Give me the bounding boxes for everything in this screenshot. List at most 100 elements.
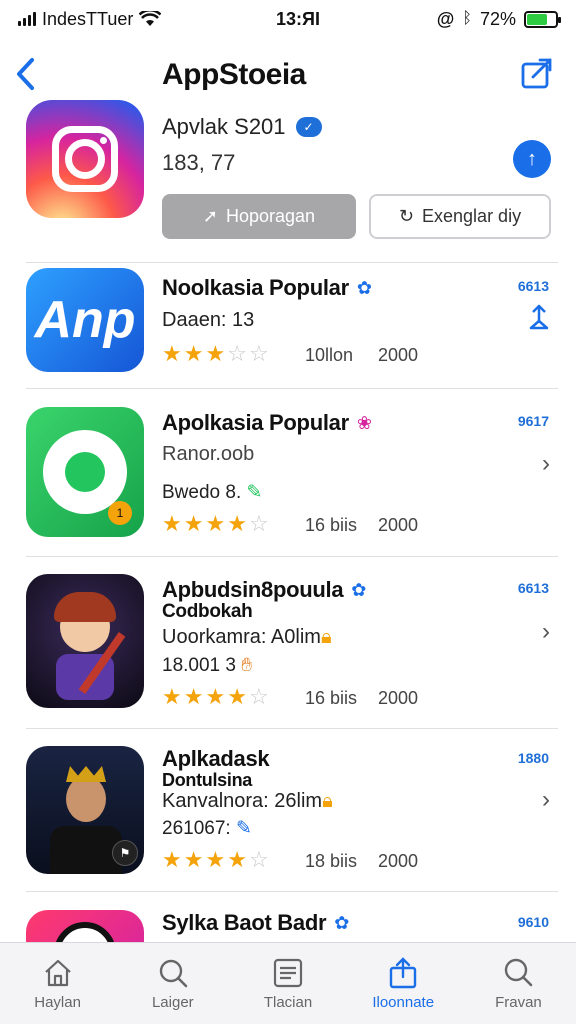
badge-icon: ✿	[356, 277, 372, 298]
app-name-label: Sylka Baot Badr	[162, 910, 327, 935]
app-subtitle-label: Uoorkamra: A0lim	[162, 626, 321, 648]
app-rank: 9610	[517, 914, 549, 930]
app-name[interactable]: Noolkasia Popular ✿	[162, 275, 372, 301]
app-subtitle-2-label: 261067:	[162, 818, 231, 839]
app-year: 2000	[378, 515, 419, 535]
face-shape	[66, 776, 106, 822]
tab-search-chat[interactable]: Laiger	[115, 943, 230, 1024]
lock-icon: 🔒︎	[320, 626, 332, 648]
lock-icon: 🔒︎	[322, 790, 333, 812]
chevron-right-icon[interactable]: ›	[542, 786, 550, 814]
share-icon[interactable]	[528, 304, 550, 330]
divider	[26, 891, 558, 892]
app-name-2: Codbokah	[162, 601, 253, 622]
featured-developer: Apvlak S201 ✓	[162, 114, 322, 140]
list-icon	[273, 958, 303, 988]
at-icon: @	[436, 8, 455, 29]
secondary-button-label: Exenglar diy	[422, 206, 522, 226]
divider	[26, 262, 558, 263]
badge-icon: ❀	[356, 412, 372, 433]
rating-stars: ★ ★ ★ ★ ☆	[162, 684, 269, 709]
tab-list[interactable]: Tlacian	[230, 943, 345, 1024]
chevron-right-icon[interactable]: ›	[542, 618, 550, 646]
tab-label: Fravan	[495, 994, 542, 1011]
app-rank: 1880	[517, 750, 549, 766]
divider	[26, 388, 558, 389]
crown-icon	[66, 766, 106, 782]
tab-bar: Haylan Laiger Tlacian Iloonnate Fravan	[0, 942, 576, 1024]
battery-icon	[524, 10, 561, 28]
app-rank: 6613	[517, 580, 549, 596]
page-title: AppStoeia	[162, 58, 306, 91]
portrait-icon[interactable]: ⚑	[26, 746, 144, 874]
app-rank: 9617	[517, 413, 549, 429]
tab-label: Tlacian	[263, 994, 313, 1011]
app-subtitle: Daaen: 13	[162, 309, 255, 331]
app-subtitle: Kanvalnora: 26lim🔒︎	[162, 790, 333, 813]
rating-stars: ★ ★ ★ ☆ ☆	[162, 341, 269, 366]
chevron-right-icon[interactable]: ›	[542, 450, 550, 478]
tab-search[interactable]: Fravan	[461, 943, 576, 1024]
signal-icon	[18, 12, 36, 26]
badge-icon: ✿	[334, 912, 350, 933]
character-icon[interactable]	[26, 574, 144, 708]
battery-fill	[527, 13, 548, 25]
hand-icon: ✋︎	[241, 655, 253, 676]
tab-home[interactable]: Haylan	[0, 943, 115, 1024]
status-left: IndesTTuer	[18, 9, 218, 30]
wifi-icon	[139, 11, 162, 26]
divider	[26, 728, 558, 729]
camera-icon	[52, 126, 118, 192]
app-subtitle-2: 261067: ✎	[162, 817, 252, 840]
divider	[26, 556, 558, 557]
tab-label: Laiger	[151, 994, 194, 1011]
app-year: 2000	[378, 345, 419, 365]
app-name[interactable]: Aplkadask	[162, 746, 270, 772]
search-chat-icon	[159, 959, 188, 988]
notification-badge: 1	[108, 501, 132, 525]
brush-icon: ✎	[235, 818, 252, 839]
status-bar: IndesTTuer 13:ЯI @ ᛒ 72%	[0, 0, 576, 38]
carrier-label: IndesTTuer	[42, 8, 134, 29]
app-name[interactable]: Apolkasia Popular ❀	[162, 410, 372, 436]
primary-button-label: Hoporagan	[226, 206, 316, 226]
battery-percent: 72%	[479, 8, 516, 29]
app-subtitle-2: Bwedo 8. ✎	[162, 481, 262, 504]
app-name[interactable]: Apbudsin8pouula ✿	[162, 577, 366, 603]
app-rank: 6613	[517, 278, 549, 294]
app-subtitle: Ranor.oob	[162, 443, 255, 465]
secondary-button[interactable]: ↻ Exenglar diy	[369, 194, 551, 239]
home-icon	[44, 959, 71, 987]
developer-label: Apvlak S201	[162, 114, 286, 139]
tab-label: Haylan	[34, 994, 81, 1011]
refresh-icon: ↻	[398, 206, 415, 226]
app-subtitle-label: Kanvalnora: 26lim	[162, 790, 323, 812]
featured-app-icon[interactable]	[26, 100, 144, 218]
back-chevron-icon[interactable]	[12, 54, 38, 94]
app-subtitle-2: 18.001 3 ✋︎	[162, 655, 252, 677]
app-name-label: Apolkasia Popular	[162, 410, 349, 435]
badge-icon: ✿	[351, 579, 367, 600]
bluetooth-icon: ᛒ	[462, 10, 472, 27]
rocket-icon: ➚	[202, 206, 218, 226]
app-meta: 10llon	[305, 345, 354, 365]
app-logo-icon[interactable]: Anp	[26, 268, 144, 372]
app-subtitle: Uoorkamra: A0lim🔒︎	[162, 626, 332, 649]
primary-button[interactable]: ➚ Hoporagan	[162, 194, 356, 239]
app-meta: 16 biis	[305, 515, 358, 535]
status-right: @ ᛒ 72%	[378, 8, 561, 30]
app-subtitle-2-label: Bwedo 8.	[162, 482, 242, 503]
flag-icon: ⚑	[112, 840, 138, 866]
featured-action-button[interactable]: ↑	[513, 140, 551, 178]
status-time: 13:ЯI	[276, 8, 320, 29]
app-name[interactable]: Sylka Baot Badr ✿	[162, 910, 349, 936]
rating-stars: ★ ★ ★ ★ ☆	[162, 511, 269, 536]
app-year: 2000	[378, 688, 419, 708]
app-name-2: Dontulsina	[162, 770, 252, 790]
search-icon	[505, 958, 533, 987]
verified-icon: ✓	[295, 117, 322, 137]
chat-bubble-icon[interactable]: 1	[26, 407, 144, 537]
featured-count: 183, 77	[162, 150, 236, 175]
share-icon[interactable]	[520, 56, 554, 90]
tab-updates[interactable]: Iloonnate	[346, 943, 461, 1024]
